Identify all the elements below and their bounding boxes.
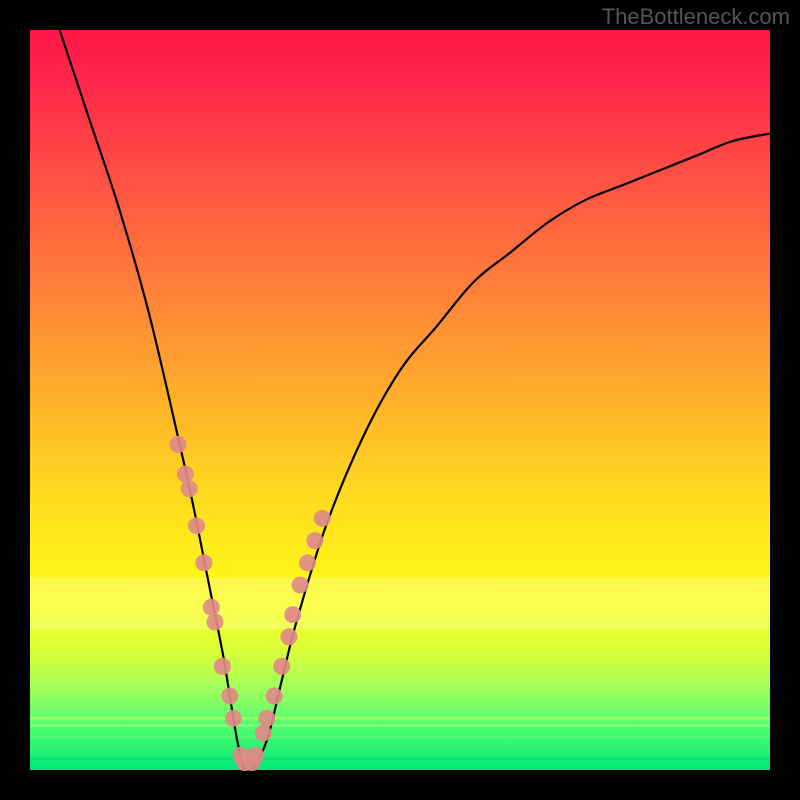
marker-dot [207,614,224,631]
marker-dot [266,688,283,705]
marker-dot [299,554,316,571]
band-pale-band [30,578,770,630]
bands-group [30,578,770,630]
marker-dot [273,658,290,675]
marker-dot [281,628,298,645]
chart-container: TheBottleneck.com [0,0,800,800]
marker-dot [214,658,231,675]
marker-dot [188,517,205,534]
marker-dot [195,554,212,571]
marker-dot [258,710,275,727]
marker-dot [177,466,194,483]
marker-dot [225,710,242,727]
marker-dot [203,599,220,616]
marker-dot [247,747,264,764]
marker-dot [284,606,301,623]
marker-dot [221,688,238,705]
marker-dot [314,510,331,527]
marker-dot [181,480,198,497]
stripes-group [30,718,770,759]
marker-dot [170,436,187,453]
marker-dot [255,725,272,742]
curve-path [60,30,770,774]
marker-dot [292,577,309,594]
plot-area [30,30,770,770]
chart-svg [30,30,770,770]
attribution-label: TheBottleneck.com [602,4,790,30]
marker-dot [306,532,323,549]
